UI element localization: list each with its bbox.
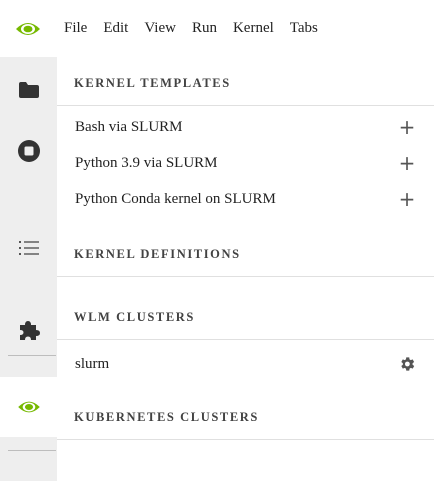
add-icon[interactable]: +: [396, 146, 418, 180]
gear-icon[interactable]: [396, 347, 418, 381]
kernel-template-item[interactable]: Bash via SLURM +: [57, 110, 434, 144]
menu-kernel[interactable]: Kernel: [225, 0, 282, 57]
folder-icon: [18, 82, 39, 98]
kernel-template-label: Python 3.9 via SLURM: [75, 154, 218, 171]
activity-nvidia-panel[interactable]: [0, 377, 57, 437]
menu-tabs[interactable]: Tabs: [282, 0, 326, 57]
add-icon[interactable]: +: [396, 110, 418, 144]
menu-bar: File Edit View Run Kernel Tabs: [0, 0, 434, 57]
activity-file-browser[interactable]: [0, 60, 57, 120]
wlm-cluster-label: slurm: [75, 355, 110, 372]
app-window: File Edit View Run Kernel Tabs KERNEL TE…: [0, 0, 434, 481]
section-header-kubernetes-clusters[interactable]: KUBERNETES CLUSTERS: [57, 395, 434, 440]
menu-items: File Edit View Run Kernel Tabs: [56, 0, 326, 57]
kernel-template-item[interactable]: Python 3.9 via SLURM +: [57, 146, 434, 180]
table-of-contents-icon: [18, 241, 39, 255]
activity-separator: [8, 355, 56, 356]
running-stop-icon: [17, 140, 40, 162]
section-header-kernel-templates[interactable]: KERNEL TEMPLATES: [57, 61, 434, 106]
kernel-template-label: Bash via SLURM: [75, 118, 183, 135]
nvidia-eye-icon: [16, 22, 40, 35]
section-header-wlm-clusters[interactable]: WLM CLUSTERS: [57, 295, 434, 340]
activity-extensions[interactable]: [0, 300, 57, 360]
extension-puzzle-icon: [19, 321, 40, 340]
menu-edit[interactable]: Edit: [95, 0, 136, 57]
menu-run[interactable]: Run: [184, 0, 225, 57]
activity-table-of-contents[interactable]: [0, 218, 57, 278]
section-header-kernel-definitions[interactable]: KERNEL DEFINITIONS: [57, 232, 434, 277]
add-icon[interactable]: +: [396, 182, 418, 216]
menu-file[interactable]: File: [56, 0, 95, 57]
app-logo: [0, 0, 56, 57]
activity-separator: [8, 450, 56, 451]
kernel-template-label: Python Conda kernel on SLURM: [75, 190, 276, 207]
activity-running[interactable]: [0, 121, 57, 181]
wlm-cluster-item[interactable]: slurm: [57, 347, 434, 381]
nvidia-eye-icon: [17, 401, 40, 413]
menu-view[interactable]: View: [136, 0, 184, 57]
kernel-template-item[interactable]: Python Conda kernel on SLURM +: [57, 182, 434, 216]
cluster-panel: KERNEL TEMPLATES Bash via SLURM + Python…: [57, 57, 434, 481]
activity-bar: [0, 57, 57, 481]
